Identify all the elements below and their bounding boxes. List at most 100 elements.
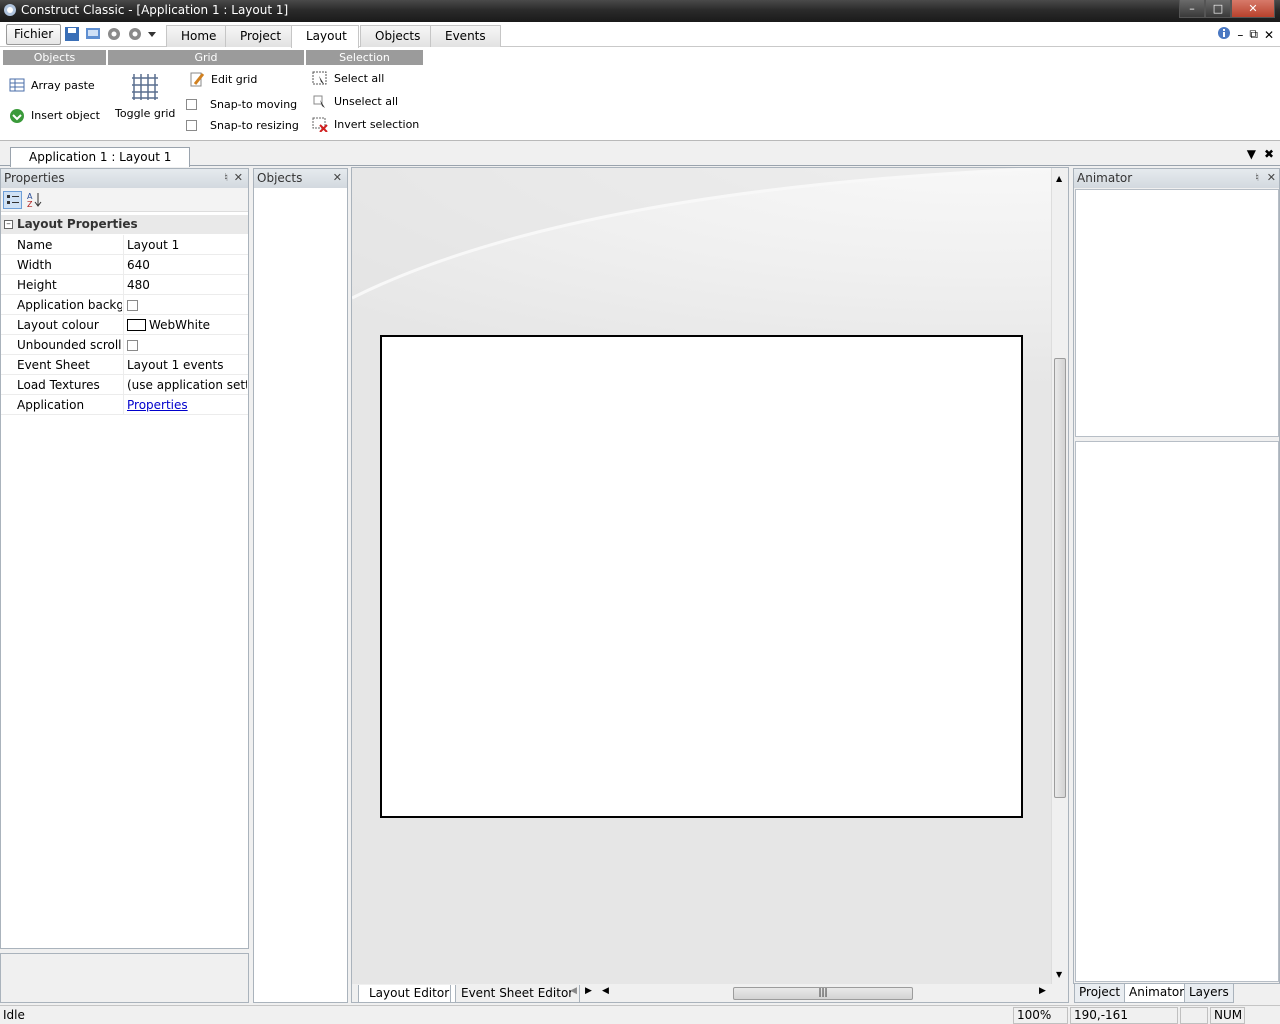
mdi-restore-button[interactable]: ⧉ <box>1249 27 1258 42</box>
properties-toolbar: AZ <box>1 188 248 212</box>
snap-moving-checkbox-row[interactable]: Snap-to moving <box>186 98 297 111</box>
animator-panel-header: Animator ♮ ✕ <box>1074 169 1279 188</box>
snap-resizing-label: Snap-to resizing <box>210 119 299 132</box>
select-all-icon <box>312 70 328 86</box>
scroll-up-arrow[interactable]: ▲ <box>1056 174 1062 183</box>
layout-area[interactable] <box>380 335 1023 818</box>
mdi-minimize-button[interactable]: – <box>1237 28 1243 42</box>
prop-row-event-sheet[interactable]: Event Sheet Layout 1 events <box>1 355 248 375</box>
toggle-grid-label: Toggle grid <box>115 107 176 120</box>
prop-value[interactable]: Layout 1 events <box>127 358 247 372</box>
collapse-icon[interactable]: – <box>4 220 13 229</box>
prop-key: Event Sheet <box>17 358 90 372</box>
minimize-button[interactable]: – <box>1179 0 1205 18</box>
property-description-box <box>0 953 249 1003</box>
maximize-button[interactable]: □ <box>1205 0 1231 18</box>
scroll-down-arrow[interactable]: ▼ <box>1056 970 1062 979</box>
close-animator-panel-icon[interactable]: ✕ <box>1267 169 1276 187</box>
vertical-scroll-thumb[interactable] <box>1054 358 1066 798</box>
tab-objects[interactable]: Objects <box>360 25 436 47</box>
prop-value[interactable]: WebWhite <box>149 318 210 332</box>
prop-row-load-textures[interactable]: Load Textures (use application setting) <box>1 375 248 395</box>
properties-panel: Properties ♮ ✕ AZ – Layout Properties Na… <box>0 168 249 949</box>
svg-text:Z: Z <box>27 200 33 209</box>
prop-row-unbounded-scrolling[interactable]: Unbounded scrolling <box>1 335 248 355</box>
pin-icon[interactable]: ♮ <box>224 169 228 187</box>
app-background-checkbox[interactable] <box>127 300 138 311</box>
run-gear-icon[interactable] <box>106 26 122 42</box>
snap-resizing-checkbox-row[interactable]: Snap-to resizing <box>186 119 299 132</box>
tab-animator-panel[interactable]: Animator <box>1124 984 1190 1003</box>
pencil-icon <box>189 71 205 87</box>
debug-gear-icon[interactable] <box>127 26 143 42</box>
prop-row-layout-colour[interactable]: Layout colour WebWhite <box>1 315 248 335</box>
tab-layout-editor[interactable]: Layout Editor <box>358 985 457 1002</box>
tab-project-panel[interactable]: Project <box>1074 984 1126 1003</box>
window-title: Construct Classic - [Application 1 : Lay… <box>21 3 289 17</box>
hscroll-right-arrow[interactable]: ▶ <box>1039 986 1046 996</box>
prop-row-width[interactable]: Width 640 <box>1 255 248 275</box>
tab-project[interactable]: Project <box>225 25 297 47</box>
layout-editor[interactable]: ▲ ▼ Layout Editor Event Sheet Editor ◀ ▶… <box>351 167 1069 1003</box>
hscroll-left-arrow[interactable]: ◀ <box>602 986 609 996</box>
prop-row-height[interactable]: Height 480 <box>1 275 248 295</box>
select-all-label: Select all <box>334 71 385 85</box>
vertical-scrollbar[interactable]: ▲ ▼ <box>1051 168 1068 984</box>
tab-events[interactable]: Events <box>430 25 501 47</box>
animator-animations-area[interactable] <box>1075 189 1279 437</box>
document-tab[interactable]: Application 1 : Layout 1 <box>10 147 191 167</box>
group-objects-header: Objects <box>3 50 106 65</box>
unbounded-scrolling-checkbox[interactable] <box>127 340 138 351</box>
layout-properties-category[interactable]: – Layout Properties <box>1 215 248 234</box>
tab-layout[interactable]: Layout <box>291 25 359 48</box>
invert-selection-button[interactable]: Invert selection <box>312 116 419 133</box>
group-grid-header: Grid <box>108 50 304 65</box>
prop-value[interactable]: 640 <box>127 258 247 272</box>
close-objects-panel-icon[interactable]: ✕ <box>333 169 342 187</box>
close-document-button[interactable]: ✖ <box>1264 147 1274 161</box>
prop-value[interactable]: 480 <box>127 278 247 292</box>
categorized-view-icon[interactable] <box>3 191 22 209</box>
mdi-close-button[interactable]: ✕ <box>1264 28 1274 42</box>
ribbon-tab-row: Fichier Home Project Layout Objects Even… <box>0 22 1280 48</box>
animator-frames-area[interactable] <box>1075 441 1279 982</box>
qat-dropdown-icon[interactable] <box>148 26 156 42</box>
prop-key: Layout colour <box>17 318 99 332</box>
pin-icon[interactable]: ♮ <box>1255 169 1259 187</box>
alphabetical-sort-icon[interactable]: AZ <box>26 191 44 212</box>
close-panel-icon[interactable]: ✕ <box>234 169 243 187</box>
save-all-icon[interactable] <box>85 26 101 42</box>
prop-row-name[interactable]: Name Layout 1 <box>1 235 248 255</box>
snap-resizing-checkbox[interactable] <box>186 120 197 131</box>
animator-panel-title: Animator <box>1077 171 1133 185</box>
select-all-button[interactable]: Select all <box>312 70 384 86</box>
save-icon[interactable] <box>64 26 80 42</box>
prop-value[interactable]: (use application setting) <box>127 378 247 392</box>
prop-row-application[interactable]: Application Properties <box>1 395 248 415</box>
toggle-grid-button[interactable]: Toggle grid <box>115 72 175 120</box>
tab-event-sheet-editor[interactable]: Event Sheet Editor <box>450 985 581 1002</box>
colour-swatch[interactable] <box>127 319 146 331</box>
info-icon[interactable] <box>1217 26 1231 43</box>
prop-row-app-background[interactable]: Application background <box>1 295 248 315</box>
edit-grid-button[interactable]: Edit grid <box>189 71 257 87</box>
prop-key: Width <box>17 258 52 272</box>
prop-value[interactable]: Layout 1 <box>127 238 247 252</box>
snap-moving-checkbox[interactable] <box>186 99 197 110</box>
invert-selection-icon <box>312 116 328 133</box>
horizontal-scroll-thumb[interactable]: ||| <box>733 987 913 1000</box>
snap-moving-label: Snap-to moving <box>210 98 298 111</box>
unselect-all-button[interactable]: Unselect all <box>312 93 398 109</box>
unselect-all-label: Unselect all <box>334 94 399 108</box>
tab-layers-panel[interactable]: Layers <box>1184 984 1234 1003</box>
insert-object-button[interactable]: Insert object <box>9 107 100 123</box>
tab-scroll-left-arrow[interactable]: ◀ <box>570 986 577 996</box>
fichier-menu-button[interactable]: Fichier <box>6 24 62 45</box>
tab-home[interactable]: Home <box>166 25 232 47</box>
array-paste-button[interactable]: Array paste <box>9 77 95 93</box>
application-properties-link[interactable]: Properties <box>127 398 247 412</box>
tab-scroll-right-arrow[interactable]: ▶ <box>585 986 592 996</box>
status-bar: Idle 100% 190,-161 NUM <box>0 1005 1280 1024</box>
document-list-dropdown-icon[interactable]: ▼ <box>1247 147 1256 161</box>
close-window-button[interactable]: ✕ <box>1231 0 1275 18</box>
